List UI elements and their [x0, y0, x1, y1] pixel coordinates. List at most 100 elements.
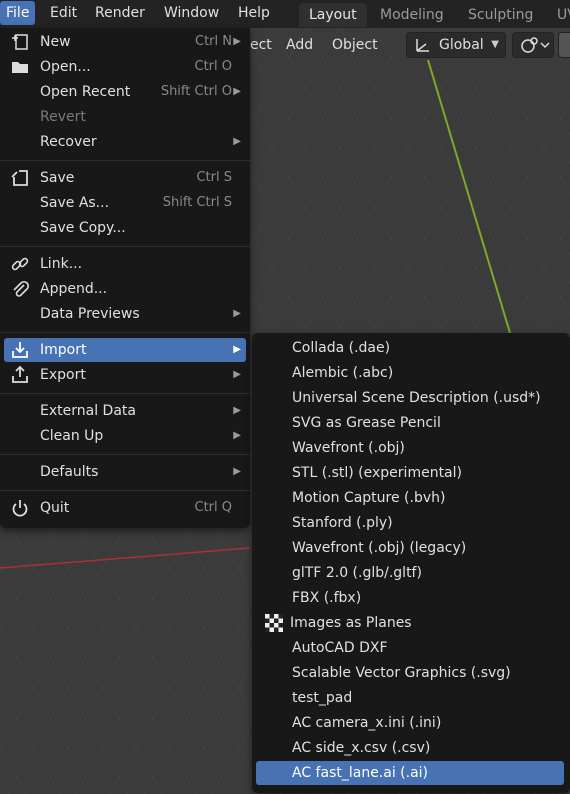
link-icon	[11, 257, 29, 271]
menu-item-label: Clean Up	[40, 428, 104, 444]
shortcut: Ctrl N	[195, 34, 232, 49]
tab-modeling[interactable]: Modeling	[370, 3, 454, 27]
submenu-arrow-icon: ▶	[233, 405, 241, 416]
export-icon	[12, 365, 28, 383]
shortcut: Ctrl O	[194, 59, 233, 74]
tab-layout[interactable]: Layout	[299, 3, 367, 27]
import-item-bvh[interactable]: Motion Capture (.bvh)	[256, 486, 564, 510]
menu-item-label: AC fast_lane.ai (.ai)	[292, 765, 429, 781]
import-item-ac-side[interactable]: AC side_x.csv (.csv)	[256, 736, 564, 760]
checker-icon	[265, 614, 283, 632]
menu-render[interactable]: Render	[89, 1, 151, 25]
menu-add[interactable]: Add	[286, 34, 313, 56]
pivot-dropdown[interactable]	[512, 32, 554, 58]
menu-item-label: Stanford (.ply)	[292, 515, 393, 531]
separator	[0, 160, 250, 161]
menu-item-open-recent[interactable]: Open Recent Shift Ctrl O ▶	[4, 80, 246, 104]
import-item-svg[interactable]: Scalable Vector Graphics (.svg)	[256, 661, 564, 685]
separator	[0, 393, 250, 394]
import-item-usd[interactable]: Universal Scene Description (.usd*)	[256, 386, 564, 410]
menu-item-defaults[interactable]: Defaults ▶	[4, 460, 246, 484]
menu-item-label: Revert	[40, 109, 86, 125]
menu-item-export[interactable]: Export ▶	[4, 363, 246, 387]
orientation-dropdown[interactable]: Global ▼	[406, 32, 506, 58]
menu-item-label: Quit	[40, 500, 70, 516]
menu-item-label: AutoCAD DXF	[292, 640, 388, 656]
orientation-label: Global	[439, 37, 484, 53]
import-item-test-pad[interactable]: test_pad	[256, 686, 564, 710]
menu-item-append[interactable]: Append...	[4, 277, 246, 301]
import-submenu: Collada (.dae) Alembic (.abc) Universal …	[252, 333, 570, 793]
menu-item-new[interactable]: New Ctrl N ▶	[4, 30, 246, 54]
link-snap-icon	[521, 37, 550, 53]
import-item-images-as-planes[interactable]: Images as Planes	[256, 611, 564, 635]
chevron-down-icon: ▼	[491, 39, 499, 50]
menu-item-label: glTF 2.0 (.glb/.gltf)	[292, 565, 422, 581]
power-icon	[12, 500, 28, 517]
import-item-alembic[interactable]: Alembic (.abc)	[256, 361, 564, 385]
save-icon	[11, 170, 28, 186]
submenu-arrow-icon: ▶	[233, 308, 241, 319]
import-item-ac-camera[interactable]: AC camera_x.ini (.ini)	[256, 711, 564, 735]
submenu-arrow-icon: ▶	[233, 86, 241, 97]
menu-window[interactable]: Window	[158, 1, 225, 25]
menu-item-clean-up[interactable]: Clean Up ▶	[4, 424, 246, 448]
import-item-ac-fast-lane[interactable]: AC fast_lane.ai (.ai)	[256, 761, 564, 785]
menu-item-save-copy[interactable]: Save Copy...	[4, 216, 246, 240]
menu-item-label: Append...	[40, 281, 108, 297]
menu-item-quit[interactable]: Quit Ctrl Q	[4, 496, 246, 520]
menu-help[interactable]: Help	[232, 1, 276, 25]
menu-item-label: Wavefront (.obj) (legacy)	[292, 540, 467, 556]
menu-item-label: AC camera_x.ini (.ini)	[292, 715, 442, 731]
menu-item-save-as[interactable]: Save As... Shift Ctrl S	[4, 191, 246, 215]
import-item-autocad-dxf[interactable]: AutoCAD DXF	[256, 636, 564, 660]
menu-file[interactable]: File	[0, 1, 36, 25]
import-item-stl[interactable]: STL (.stl) (experimental)	[256, 461, 564, 485]
menu-object[interactable]: Object	[332, 34, 378, 56]
import-item-fbx[interactable]: FBX (.fbx)	[256, 586, 564, 610]
x-axis-line	[0, 547, 251, 569]
top-bar: File Edit Render Window Help Layout Mode…	[0, 0, 570, 28]
import-item-gltf[interactable]: glTF 2.0 (.glb/.gltf)	[256, 561, 564, 585]
import-icon	[12, 342, 28, 358]
menu-item-label: Data Previews	[40, 306, 140, 322]
tab-uv[interactable]: UV	[547, 3, 570, 27]
import-item-wavefront-legacy[interactable]: Wavefront (.obj) (legacy)	[256, 536, 564, 560]
menu-item-label: Import	[40, 342, 87, 358]
separator	[0, 454, 250, 455]
menu-item-label: Link...	[40, 256, 83, 272]
menu-item-recover[interactable]: Recover ▶	[4, 130, 246, 154]
menu-edit[interactable]: Edit	[44, 1, 83, 25]
submenu-arrow-icon: ▶	[233, 466, 241, 477]
menu-select[interactable]: ect	[250, 34, 272, 56]
menu-item-save[interactable]: Save Ctrl S	[4, 166, 246, 190]
import-item-svg-grease-pencil[interactable]: SVG as Grease Pencil	[256, 411, 564, 435]
menu-item-label: STL (.stl) (experimental)	[292, 465, 462, 481]
snap-toggle[interactable]	[558, 32, 570, 58]
tab-sculpting[interactable]: Sculpting	[458, 3, 543, 27]
submenu-arrow-icon: ▶	[233, 36, 241, 47]
new-file-icon	[12, 34, 28, 50]
import-item-wavefront[interactable]: Wavefront (.obj)	[256, 436, 564, 460]
menu-item-label: FBX (.fbx)	[292, 590, 362, 606]
menu-item-label: Save Copy...	[40, 220, 126, 236]
menu-item-link[interactable]: Link...	[4, 252, 246, 276]
menu-item-label: Motion Capture (.bvh)	[292, 490, 446, 506]
menu-item-label: Alembic (.abc)	[292, 365, 394, 381]
shortcut: Ctrl S	[196, 170, 232, 185]
menu-item-import[interactable]: Import ▶	[4, 338, 246, 362]
import-item-ply[interactable]: Stanford (.ply)	[256, 511, 564, 535]
menu-item-label: Universal Scene Description (.usd*)	[292, 390, 541, 406]
submenu-arrow-icon: ▶	[233, 344, 241, 355]
menu-item-label: Save As...	[40, 195, 110, 211]
submenu-arrow-icon: ▶	[233, 430, 241, 441]
menu-item-label: Export	[40, 367, 86, 383]
menu-item-label: New	[40, 34, 71, 50]
import-item-collada[interactable]: Collada (.dae)	[256, 336, 564, 360]
menu-item-label: Wavefront (.obj)	[292, 440, 405, 456]
menu-item-open[interactable]: Open... Ctrl O	[4, 55, 246, 79]
shortcut: Shift Ctrl S	[162, 195, 232, 210]
file-menu: New Ctrl N ▶ Open... Ctrl O Open Recent …	[0, 28, 250, 528]
menu-item-external-data[interactable]: External Data ▶	[4, 399, 246, 423]
menu-item-data-previews[interactable]: Data Previews ▶	[4, 302, 246, 326]
